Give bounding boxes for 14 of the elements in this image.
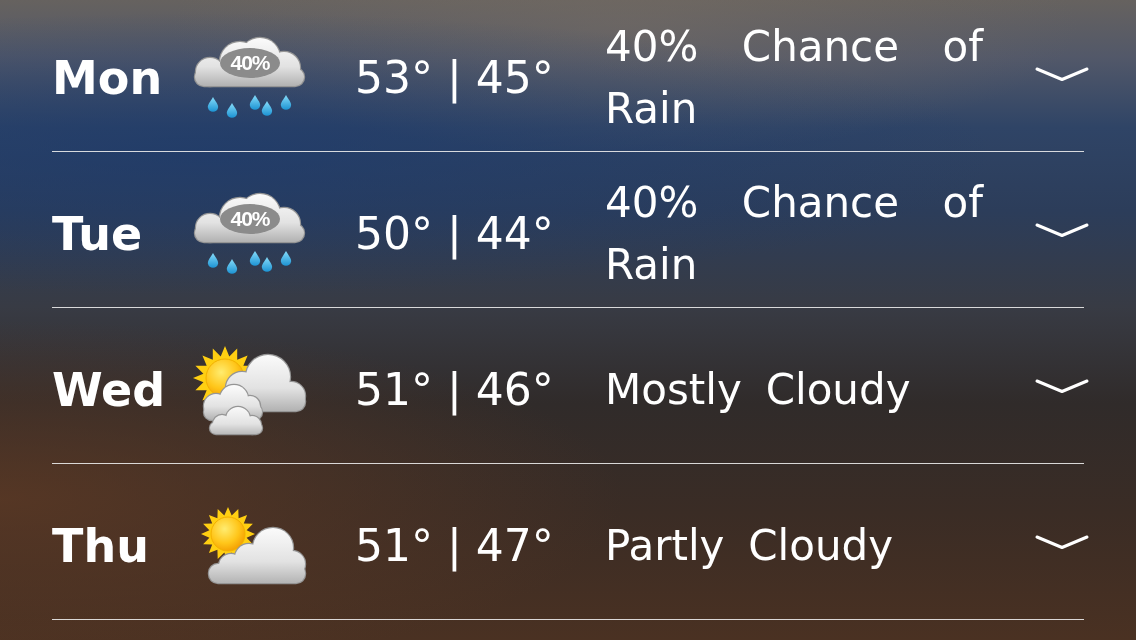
- chevron-down-icon[interactable]: [1035, 377, 1089, 394]
- day-label: Tue: [52, 210, 143, 257]
- condition-text: Partly Cloudy: [605, 519, 895, 572]
- chevron-down-icon[interactable]: [1035, 221, 1089, 238]
- chevron-down-icon[interactable]: [1035, 65, 1089, 82]
- chevron-down-icon[interactable]: [1035, 533, 1089, 550]
- condition-text: 40% Chance of Rain: [605, 20, 983, 135]
- day-label: Thu: [52, 522, 149, 569]
- rain-chance-label: 40%: [229, 206, 271, 232]
- condition-text: 40% Chance of Rain: [605, 176, 983, 291]
- day-label: Mon: [52, 54, 163, 101]
- condition-text: Mostly Cloudy: [605, 363, 912, 416]
- day-label: Wed: [52, 366, 166, 413]
- rain-chance-label: 40%: [229, 50, 271, 76]
